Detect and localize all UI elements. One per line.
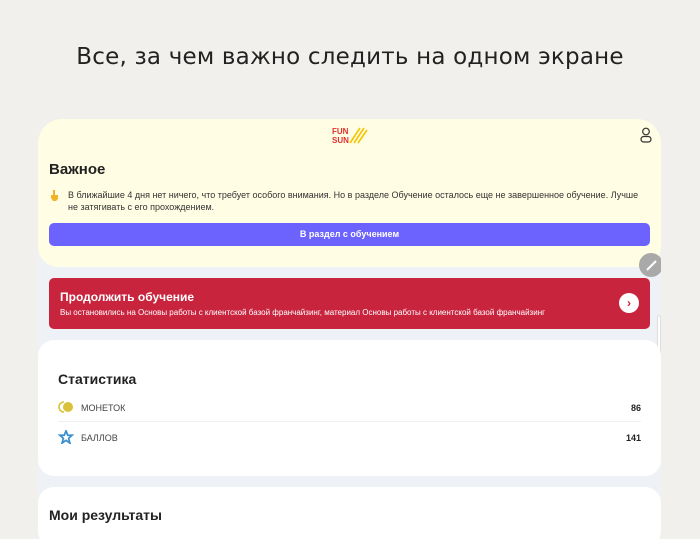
important-title: Важное [49, 161, 106, 178]
user-profile-icon[interactable] [640, 127, 652, 143]
stat-value: 141 [625, 433, 641, 443]
go-to-learning-button[interactable]: В раздел с обучением [49, 223, 650, 246]
my-results-title: Мои результаты [49, 507, 162, 523]
chevron-right-icon[interactable]: › [619, 293, 639, 313]
statistics-title: Статистика [58, 371, 137, 387]
continue-subtitle: Вы остановились на Основы работы с клиен… [60, 308, 546, 317]
stat-label: БАЛЛОВ [81, 433, 118, 443]
coins-icon [58, 401, 73, 413]
stat-label: МОНЕТОК [81, 403, 126, 413]
page-headline: Все, за чем важно следить на одном экран… [76, 44, 624, 70]
continue-learning-card[interactable]: Продолжить обучение Вы остановились на О… [49, 278, 650, 329]
stat-value: 86 [630, 403, 641, 413]
important-message: В ближайшие 4 дня нет ничего, что требуе… [68, 190, 639, 212]
important-section: FUN SUN Важное В ближайшие 4 дня нет нич… [38, 119, 661, 267]
my-results-card: Мои результаты [38, 487, 661, 539]
app-screen: FUN SUN Важное В ближайшие 4 дня нет нич… [38, 119, 661, 539]
svg-text:SUN: SUN [332, 136, 349, 144]
star-icon [58, 430, 74, 444]
svg-text:FUN: FUN [332, 127, 349, 136]
stat-row-points: БАЛЛОВ 141 [58, 424, 641, 452]
continue-title: Продолжить обучение [60, 290, 195, 304]
edit-button[interactable] [639, 253, 661, 277]
stat-row-coins: МОНЕТОК 86 [58, 394, 641, 422]
pointing-hand-icon [51, 190, 58, 201]
statistics-card: Статистика МОНЕТОК 86 БАЛЛОВ 141 [38, 340, 661, 476]
pencil-icon [646, 260, 657, 271]
fun-sun-logo: FUN SUN [332, 127, 368, 144]
